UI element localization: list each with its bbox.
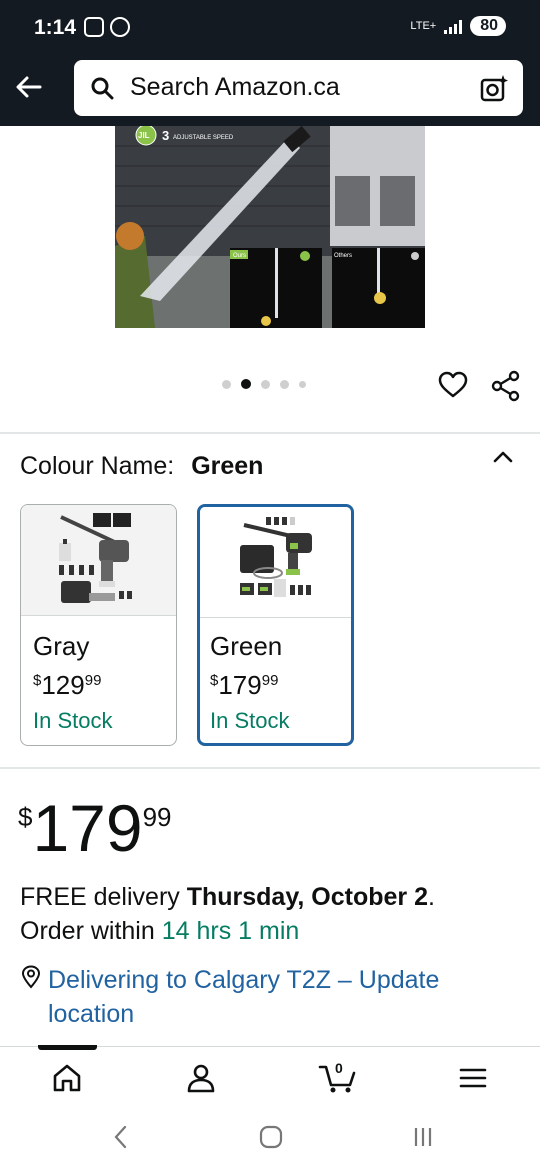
price-currency: $	[18, 802, 33, 832]
menu-icon[interactable]	[456, 1061, 490, 1095]
account-icon[interactable]	[184, 1061, 218, 1095]
delivery-location-link[interactable]: Delivering to Calgary T2Z – Update locat…	[48, 963, 518, 1031]
active-tab-indicator	[38, 1045, 97, 1050]
back-arrow-icon[interactable]	[14, 72, 46, 102]
carousel-indicator	[222, 379, 306, 389]
network-type: LTE+	[410, 20, 437, 32]
location-pin-icon	[21, 965, 41, 989]
section-divider	[0, 767, 540, 769]
system-navigation-bar	[0, 1106, 540, 1170]
section-divider	[0, 432, 540, 434]
price-whole: 179	[32, 791, 143, 865]
delivery-date: Thursday, October 2	[186, 883, 428, 911]
status-bar: 1:14 LTE+ 80	[0, 0, 540, 60]
colour-name-label: Colour Name:	[20, 452, 175, 480]
variant-image	[21, 505, 176, 616]
app-header: Search Amazon.ca	[0, 60, 540, 126]
variant-card-gray[interactable]: Gray $12999 In Stock	[20, 504, 177, 746]
colour-name-value: Green	[191, 452, 264, 480]
carousel-dot	[222, 379, 231, 389]
carousel-dot	[280, 379, 289, 389]
variant-price: $12999	[33, 670, 102, 700]
carousel-dot	[299, 380, 306, 388]
hero-speed-number: 3	[162, 128, 169, 143]
camera-search-icon[interactable]	[479, 73, 509, 103]
variant-card-green[interactable]: Green $17999 In Stock	[197, 504, 354, 746]
product-image[interactable]: Ours Others JIL 3 ADJUSTABLE SPEED	[115, 126, 425, 328]
variant-stock: In Stock	[33, 708, 113, 733]
variant-price: $17999	[210, 670, 279, 700]
screenshot-icon	[84, 17, 104, 37]
system-back-icon[interactable]	[110, 1124, 132, 1155]
cart-count: 0	[335, 1060, 343, 1076]
signal-icon	[444, 18, 463, 34]
price-cents: 99	[142, 802, 172, 832]
variant-name: Green	[210, 631, 283, 661]
chevron-up-icon[interactable]	[490, 444, 516, 470]
delivery-countdown: 14 hrs 1 min	[161, 917, 300, 945]
system-recents-icon[interactable]	[410, 1124, 436, 1155]
settings-icon	[110, 17, 130, 37]
heart-icon[interactable]	[438, 370, 468, 400]
variant-stock: In Stock	[210, 708, 290, 733]
search-bar[interactable]: Search Amazon.ca	[74, 60, 523, 116]
carousel-dot-active	[241, 379, 251, 389]
system-home-icon[interactable]	[258, 1124, 284, 1155]
hero-brand-logo: JIL	[138, 131, 150, 140]
compare-others-label: Others	[334, 253, 352, 259]
delivery-info: FREE delivery Thursday, October 2. Order…	[20, 883, 435, 945]
search-icon	[91, 77, 114, 100]
variant-image	[200, 507, 351, 618]
battery-indicator: 80	[470, 16, 506, 36]
share-icon[interactable]	[490, 370, 522, 402]
search-placeholder: Search Amazon.ca	[130, 73, 340, 101]
bottom-navigation: 0	[0, 1045, 540, 1107]
home-icon[interactable]	[50, 1061, 84, 1095]
hero-speed-text: ADJUSTABLE SPEED	[173, 135, 234, 141]
product-price: $17999	[18, 790, 172, 866]
carousel-dot	[261, 379, 270, 389]
variant-name: Gray	[33, 631, 90, 661]
compare-ours-label: Ours	[233, 253, 246, 259]
colour-name-row: Colour Name: Green	[20, 452, 263, 481]
status-notification-icons	[84, 17, 130, 37]
status-right: LTE+ 80	[410, 16, 506, 36]
status-time: 1:14	[34, 16, 77, 39]
